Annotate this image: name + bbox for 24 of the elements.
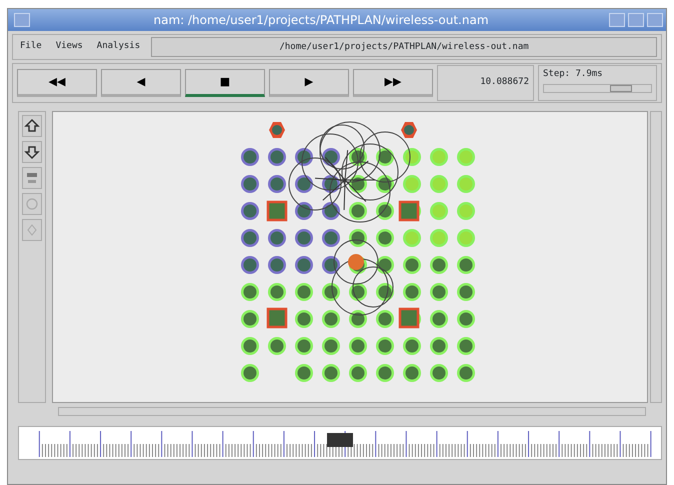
tool-button[interactable] xyxy=(22,115,42,137)
window-title: nam: /home/user1/projects/PATHPLAN/wireless-out.nam xyxy=(152,12,490,29)
slider-thumb[interactable] xyxy=(610,84,632,92)
circle-icon xyxy=(24,196,40,212)
zoom-out-icon xyxy=(24,144,40,160)
tool-button[interactable] xyxy=(22,141,42,163)
transport-button[interactable]: ■ xyxy=(185,69,265,97)
step-label: Step: 7.9ms xyxy=(543,68,604,81)
transport-button[interactable]: ◀◀ xyxy=(17,69,97,97)
zoom-in-icon xyxy=(24,118,40,134)
edit-icon xyxy=(24,170,40,186)
time-display: 10.088672 xyxy=(437,65,534,101)
step-slider[interactable] xyxy=(543,84,652,92)
menu-item[interactable]: File xyxy=(13,40,49,54)
transport-button[interactable]: ▶▶ xyxy=(353,69,433,97)
menu-item[interactable]: Views xyxy=(48,40,90,54)
vertical-scrollbar[interactable] xyxy=(650,111,662,403)
timeline[interactable] xyxy=(18,426,662,460)
transport-button[interactable]: ◀ xyxy=(101,69,181,97)
time-marker[interactable] xyxy=(327,433,353,447)
menu-item[interactable]: Analysis xyxy=(90,40,148,54)
transport-button[interactable]: ▶ xyxy=(269,69,349,97)
horizontal-scrollbar[interactable] xyxy=(58,407,646,416)
file-path-field: /home/user1/projects/PATHPLAN/wireless-out.nam xyxy=(151,37,657,57)
